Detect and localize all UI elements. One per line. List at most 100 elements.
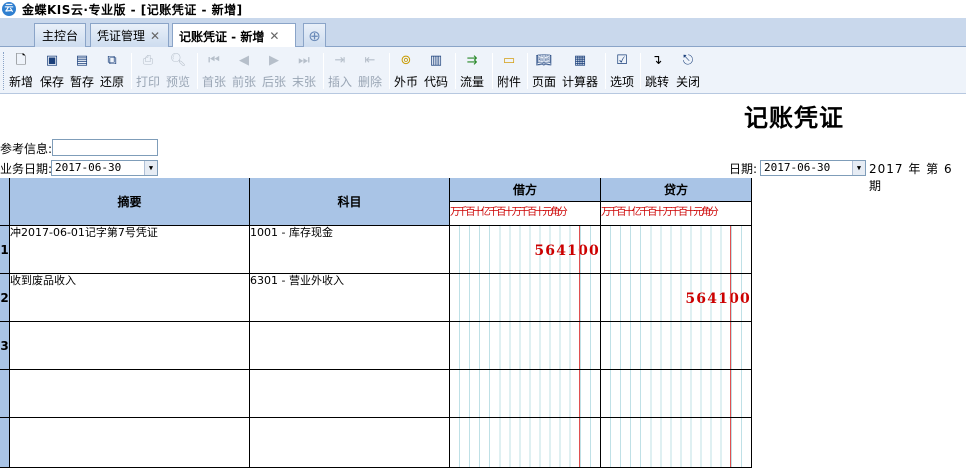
plus-icon: ⊕ xyxy=(308,26,321,45)
row-number-header xyxy=(0,178,10,226)
restore-button[interactable]: ⧉ 还原 xyxy=(100,51,124,91)
credit-cell[interactable] xyxy=(601,418,752,468)
new-document-icon: 🗋 xyxy=(15,53,27,68)
window-title: 金蝶KIS云·专业版 - [记账凭证 - 新增] xyxy=(22,2,243,17)
tab-label: 主控台 xyxy=(41,29,78,43)
last-button[interactable]: ⏭ 末张 xyxy=(292,51,316,91)
button-label: 保存 xyxy=(40,75,65,89)
toolbar-separator xyxy=(640,53,641,89)
add-tab-button[interactable]: ⊕ xyxy=(303,23,326,47)
prev-icon: ◀ xyxy=(239,53,249,68)
calculator-button[interactable]: ▦ 计算器 xyxy=(562,51,598,91)
date-label: 日期: xyxy=(729,162,758,176)
print-button[interactable]: ⎙ 打印 xyxy=(136,51,160,91)
tab-main-console[interactable]: 主控台 xyxy=(34,23,86,47)
button-label: 暂存 xyxy=(70,75,95,89)
draft-icon: ▤ xyxy=(75,53,89,68)
date-picker[interactable]: 2017-06-30 ▼ xyxy=(760,160,866,176)
first-page-icon: ⏮ xyxy=(208,53,220,68)
debit-column-header: 借方 xyxy=(450,178,601,202)
debit-cell[interactable] xyxy=(450,274,601,322)
new-button[interactable]: 🗋 新增 xyxy=(9,51,33,91)
button-label: 删除 xyxy=(358,75,383,89)
chevron-down-icon[interactable]: ▼ xyxy=(144,161,157,175)
jump-button[interactable]: ↴ 跳转 xyxy=(645,51,669,91)
draft-button[interactable]: ▤ 暂存 xyxy=(70,51,94,91)
close-icon[interactable]: ✕ xyxy=(269,29,279,43)
close-icon[interactable]: ✕ xyxy=(150,29,160,43)
insert-row-icon: ⇥ xyxy=(334,53,346,68)
business-date-value: 2017-06-30 xyxy=(55,161,122,174)
business-date-picker[interactable]: 2017-06-30 ▼ xyxy=(51,160,158,176)
debit-cell[interactable] xyxy=(450,370,601,418)
currency-button[interactable]: ⊚ 外币 xyxy=(394,51,418,91)
account-cell[interactable] xyxy=(250,418,450,468)
page-book-icon: 📖︎ xyxy=(535,53,553,68)
options-button[interactable]: ☑ 选项 xyxy=(610,51,634,91)
summary-cell[interactable]: 冲2017-06-01记字第7号凭证 xyxy=(10,226,250,274)
jump-arrow-icon: ↴ xyxy=(651,53,663,68)
code-book-icon: ▥ xyxy=(429,53,443,68)
credit-column-header: 贷方 xyxy=(601,178,752,202)
button-label: 计算器 xyxy=(562,75,599,89)
tab-voucher-new[interactable]: 记账凭证 - 新增 ✕ xyxy=(172,23,296,48)
chevron-down-icon[interactable]: ▼ xyxy=(852,161,865,175)
credit-cell[interactable] xyxy=(601,226,752,274)
tab-voucher-management[interactable]: 凭证管理 ✕ xyxy=(90,23,169,47)
folder-icon: ▭ xyxy=(502,53,516,68)
credit-unit-labels: 万千百十亿千百十万千百十元角分 xyxy=(601,202,752,226)
next-button[interactable]: ▶ 后张 xyxy=(262,51,286,91)
account-cell[interactable] xyxy=(250,322,450,370)
prev-button[interactable]: ◀ 前张 xyxy=(232,51,256,91)
button-label: 页面 xyxy=(532,75,557,89)
cashflow-button[interactable]: ⇉ 流量 xyxy=(460,51,484,91)
ref-info-input[interactable] xyxy=(52,139,158,156)
first-button[interactable]: ⏮ 首张 xyxy=(202,51,226,91)
toolbar-separator xyxy=(492,53,493,89)
delete-button[interactable]: ⇤ 删除 xyxy=(358,51,382,91)
toolbar: 🗋 新增 ▣ 保存 ▤ 暂存 ⧉ 还原 ⎙ 打印 🔍︎ 预览 ⏮ 首张 ◀ 前张… xyxy=(0,47,966,94)
summary-cell[interactable]: 收到废品收入 xyxy=(10,274,250,322)
options-icon: ☑ xyxy=(616,53,628,68)
preview-icon: 🔍︎ xyxy=(169,53,187,68)
calculator-icon: ▦ xyxy=(573,53,587,68)
account-cell[interactable]: 6301 - 营业外收入 xyxy=(250,274,450,322)
debit-cell[interactable] xyxy=(450,322,601,370)
debit-unit-labels: 万千百十亿千百十万千百十元角分 xyxy=(450,202,601,226)
code-button[interactable]: ▥ 代码 xyxy=(424,51,448,91)
date-value: 2017-06-30 xyxy=(764,161,831,174)
business-date-label: 业务日期: xyxy=(0,162,53,176)
credit-cell[interactable] xyxy=(601,370,752,418)
toolbar-grip[interactable] xyxy=(3,52,6,90)
button-label: 后张 xyxy=(262,75,287,89)
row-number: 2 xyxy=(0,274,10,322)
summary-cell[interactable] xyxy=(10,322,250,370)
button-label: 关闭 xyxy=(676,75,701,89)
account-cell[interactable] xyxy=(250,370,450,418)
page-button[interactable]: 📖︎ 页面 xyxy=(532,51,556,91)
printer-icon: ⎙ xyxy=(142,53,154,68)
save-button[interactable]: ▣ 保存 xyxy=(40,51,64,91)
debit-cell[interactable]: 564100 xyxy=(450,226,601,274)
row-number: 3 xyxy=(0,322,10,370)
preview-button[interactable]: 🔍︎ 预览 xyxy=(166,51,190,91)
account-cell[interactable]: 1001 - 库存现金 xyxy=(250,226,450,274)
button-label: 新增 xyxy=(9,75,34,89)
voucher-entry-grid: 摘要 科目 借方 贷方 万千百十亿千百十万千百十元角分 万千百十亿千百十万千百十… xyxy=(0,178,752,468)
button-label: 打印 xyxy=(136,75,161,89)
debit-cell[interactable] xyxy=(450,418,601,468)
credit-cell[interactable]: 564100 xyxy=(601,274,752,322)
row-number xyxy=(0,370,10,418)
button-label: 还原 xyxy=(100,75,125,89)
summary-cell[interactable] xyxy=(10,370,250,418)
button-label: 跳转 xyxy=(645,75,670,89)
next-icon: ▶ xyxy=(269,53,279,68)
summary-cell[interactable] xyxy=(10,418,250,468)
summary-column-header: 摘要 xyxy=(10,178,250,226)
insert-button[interactable]: ⇥ 插入 xyxy=(328,51,352,91)
close-button[interactable]: ⎋ 关闭 xyxy=(676,51,700,91)
attachment-button[interactable]: ▭ 附件 xyxy=(497,51,521,91)
restore-icon: ⧉ xyxy=(107,53,117,68)
button-label: 插入 xyxy=(328,75,353,89)
credit-cell[interactable] xyxy=(601,322,752,370)
